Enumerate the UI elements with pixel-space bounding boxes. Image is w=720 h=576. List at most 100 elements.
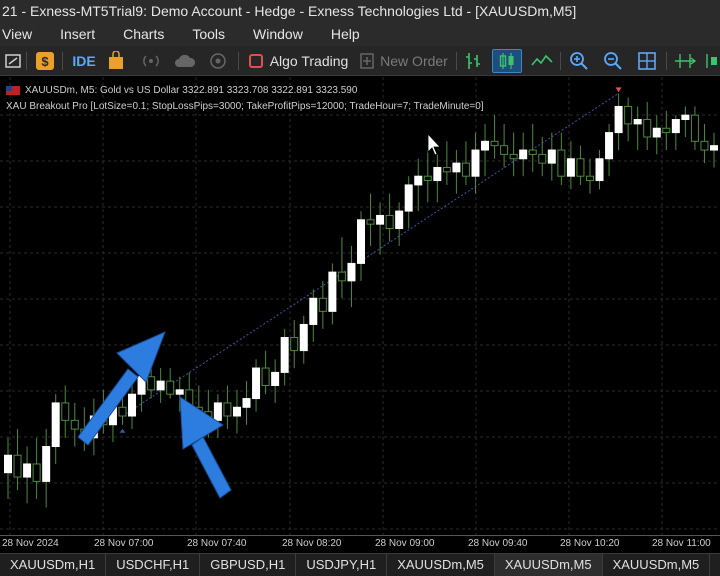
candle (385, 193, 394, 242)
candle-body (271, 371, 280, 386)
candle-body (223, 402, 232, 417)
candle (509, 132, 518, 177)
chart-shift-icon[interactable] (702, 49, 720, 73)
candle (366, 193, 375, 246)
candlestick-chart[interactable] (0, 77, 720, 535)
candle-body (395, 210, 404, 230)
tab-chart[interactable]: GBPUSD,H1 (200, 554, 297, 576)
candle (357, 211, 365, 281)
menu-insert[interactable]: Insert (46, 22, 109, 46)
chart-tabs: XAUUSDm,H1 USDCHF,H1 GBPUSD,H1 USDJPY,H1… (0, 553, 720, 576)
candle (652, 115, 661, 155)
time-axis-label: 28 Nov 09:40 (468, 538, 528, 549)
vps-icon[interactable] (205, 49, 231, 73)
stop-icon (248, 54, 263, 68)
candle (519, 132, 528, 177)
dollar-icon[interactable]: $ (33, 49, 57, 73)
candle-body (414, 175, 423, 186)
candle-body (442, 166, 451, 173)
candlestick-icon[interactable] (492, 49, 522, 73)
candle (280, 328, 289, 386)
tab-chart[interactable]: USDJPY,H1 (296, 554, 388, 576)
candle-body (156, 380, 165, 391)
svg-text:$: $ (41, 54, 49, 69)
candle-body (519, 149, 528, 160)
candle (213, 394, 222, 438)
main-toolbar: $ IDE Algo Trading New Order (0, 46, 720, 76)
candle-body (566, 158, 575, 177)
candle-body (318, 297, 327, 312)
candle (595, 150, 604, 190)
time-axis-label: 28 Nov 08:20 (282, 538, 342, 549)
chart-symbol-line: XAUUSDm, M5: Gold vs US Dollar 3322.891 … (25, 85, 358, 96)
tab-chart[interactable]: USDCHF,H1 (106, 554, 201, 576)
time-axis-label: 28 Nov 10:20 (560, 538, 620, 549)
candle (61, 385, 70, 438)
candle-body (624, 105, 633, 125)
menu-charts[interactable]: Charts (109, 22, 178, 46)
market-bag-icon[interactable] (103, 49, 129, 73)
price-chart[interactable]: XAUUSDm, M5: Gold vs US Dollar 3322.891 … (0, 77, 720, 535)
candle (242, 381, 251, 425)
autoscroll-icon[interactable] (672, 49, 698, 73)
candle-body (528, 149, 537, 155)
tab-chart[interactable]: XAUUSDm,M5 (387, 554, 495, 576)
candle (643, 102, 652, 151)
tile-windows-icon[interactable] (634, 49, 660, 73)
menu-window[interactable]: Window (239, 22, 317, 46)
candle-body (23, 463, 32, 478)
candle-body (433, 166, 442, 182)
candle (252, 359, 261, 412)
candle-body (633, 119, 642, 125)
candle (290, 320, 299, 369)
candle-body (605, 132, 614, 160)
candle-body (118, 406, 127, 417)
candle (232, 389, 241, 434)
new-order-button[interactable]: New Order (356, 49, 452, 73)
candle-body (51, 402, 60, 448)
candle-body (376, 214, 385, 225)
cloud-icon[interactable] (170, 49, 200, 73)
candle-body (366, 219, 375, 225)
zoom-out-icon[interactable] (600, 49, 626, 73)
bar-chart-icon[interactable] (460, 49, 486, 73)
time-axis-label: 28 Nov 09:00 (375, 538, 435, 549)
candle (271, 359, 280, 403)
signal-icon[interactable] (138, 49, 164, 73)
zoom-in-icon[interactable] (566, 49, 592, 73)
candle (70, 402, 79, 447)
tab-chart[interactable]: XAUUSDm,M5 (603, 554, 711, 576)
new-chart-icon[interactable] (2, 49, 24, 73)
menu-help[interactable]: Help (317, 22, 374, 46)
candle-body (595, 158, 604, 182)
line-chart-icon[interactable] (528, 49, 556, 73)
candle-body (404, 184, 413, 212)
candle-body (662, 127, 671, 134)
candle-body (70, 419, 79, 430)
tab-chart-active[interactable]: XAUUSDm,M5 (494, 554, 603, 576)
menu-tools[interactable]: Tools (178, 22, 239, 46)
exit-marker (615, 87, 622, 93)
candle-body (576, 158, 585, 177)
candle-body (61, 402, 70, 421)
candle-body (614, 105, 623, 134)
candle-body (290, 337, 299, 352)
symbol-flag-icon (6, 85, 20, 95)
candle (13, 429, 22, 491)
window-title-bar: 21 - Exness-MT5Trial9: Demo Account - He… (0, 0, 720, 22)
ide-button[interactable]: IDE (68, 49, 100, 73)
candle (547, 132, 556, 181)
candle (318, 280, 327, 329)
candle-body (232, 406, 241, 417)
candle (32, 437, 41, 499)
candle (690, 106, 699, 151)
menu-view[interactable]: View (0, 22, 46, 46)
candle-body (710, 145, 718, 151)
candle (414, 158, 423, 212)
candle-body (671, 119, 680, 134)
mouse-cursor-icon (427, 132, 441, 156)
candle-body (299, 323, 308, 352)
algo-trading-button[interactable]: Algo Trading (246, 49, 350, 73)
candle-body (547, 149, 556, 164)
tab-chart[interactable]: XAUUSDm,H1 (0, 554, 107, 576)
